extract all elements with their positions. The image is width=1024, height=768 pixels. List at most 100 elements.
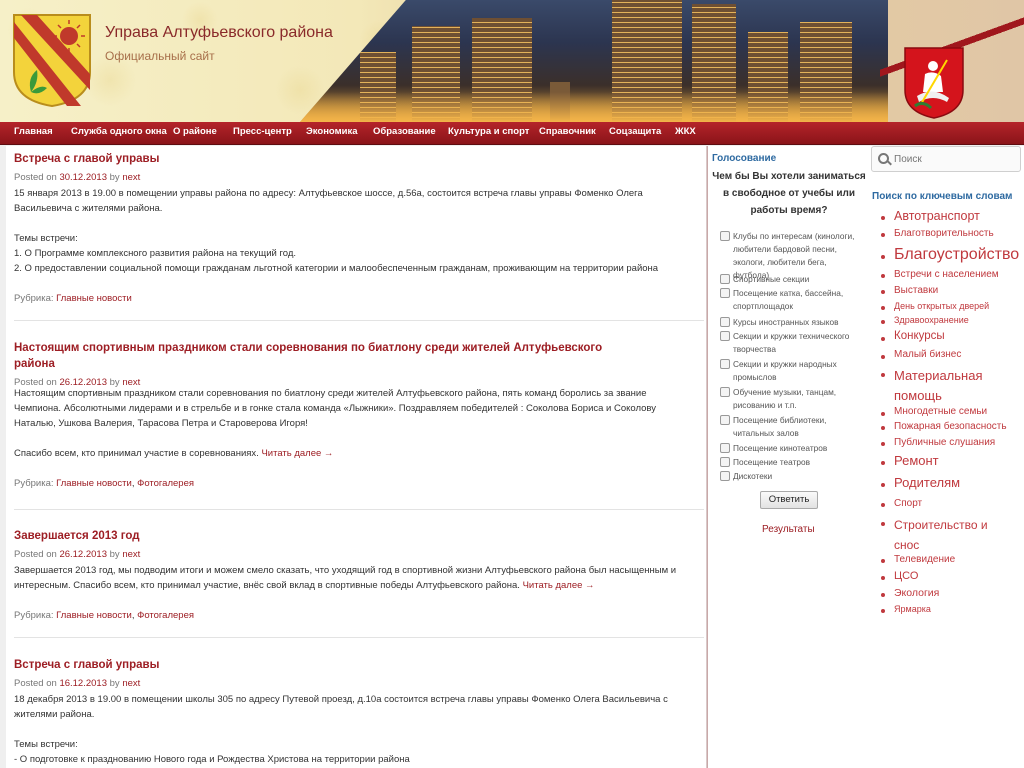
poll-results-link[interactable]: Результаты — [762, 524, 815, 535]
tag-link[interactable]: Благотворительность — [894, 229, 994, 239]
checkbox[interactable] — [720, 387, 730, 397]
poll-option[interactable]: Посещение библиотеки, читальных залов — [720, 414, 860, 440]
vote-button[interactable]: Ответить — [760, 491, 818, 509]
list-bullet — [881, 442, 885, 446]
poll-option[interactable]: Секции и кружки народных промыслов — [720, 358, 860, 384]
tag-link[interactable]: ЦСО — [894, 571, 918, 582]
post-text: Завершается 2013 год, мы подводим итоги … — [14, 565, 677, 591]
post-separator — [14, 509, 704, 510]
nav-culture-sport[interactable]: Культура и спорт — [448, 126, 529, 137]
rubric-link[interactable]: Фотогалерея — [137, 610, 194, 621]
nav-one-window-service[interactable]: Служба одного окна — [71, 126, 167, 137]
poll-option[interactable]: Дискотеки — [720, 470, 860, 483]
tag-link[interactable]: Малый бизнес — [894, 350, 961, 360]
nav-reference[interactable]: Справочник — [539, 126, 596, 137]
poll-option[interactable]: Посещение театров — [720, 456, 860, 469]
tag-link[interactable]: Здравоохранение — [894, 316, 969, 325]
post-date-link[interactable]: 16.12.2013 — [59, 678, 107, 689]
search-input[interactable] — [892, 151, 1016, 168]
checkbox[interactable] — [720, 317, 730, 327]
tag-link[interactable]: Ремонт — [894, 454, 939, 467]
post-rubrics: Рубрика: Главные новости, Фотогалерея — [14, 610, 194, 621]
post-title[interactable]: Встреча с главой управы — [14, 151, 692, 167]
list-bullet — [881, 233, 885, 237]
nav-economy[interactable]: Экономика — [306, 126, 358, 137]
poll-question: Чем бы Вы хотели заниматься в свободное … — [712, 171, 866, 216]
tag-link[interactable]: Телевидение — [894, 555, 955, 565]
tag-link[interactable]: Материальная помощь — [894, 366, 1019, 406]
post-title[interactable]: Настоящим спортивным праздником стали со… — [14, 340, 614, 372]
poll-option[interactable]: Курсы иностранных языков — [720, 316, 860, 329]
post-separator — [14, 320, 704, 321]
post-author-link[interactable]: next — [122, 172, 140, 183]
checkbox[interactable] — [720, 274, 730, 284]
nav-press-center[interactable]: Пресс-центр — [233, 126, 292, 137]
checkbox[interactable] — [720, 457, 730, 467]
post-author-link[interactable]: next — [122, 678, 140, 689]
post-meta: Posted on 16.12.2013 by next — [14, 678, 141, 689]
tag-link[interactable]: Строительство и снос — [894, 515, 1004, 555]
tag-link[interactable]: Конкурсы — [894, 330, 945, 343]
list-bullet — [881, 255, 885, 259]
checkbox[interactable] — [720, 288, 730, 298]
tag-link[interactable]: Благоустройство — [894, 247, 1019, 263]
checkbox[interactable] — [720, 471, 730, 481]
list-bullet — [881, 290, 885, 294]
nav-education[interactable]: Образование — [373, 126, 436, 137]
post-date-link[interactable]: 30.12.2013 — [59, 172, 107, 183]
post-text: Темы встречи: — [14, 739, 78, 750]
list-bullet — [881, 593, 885, 597]
poll-option[interactable]: Посещение катка, бассейна, спортплощадок — [720, 287, 860, 313]
tag-link[interactable]: Публичные слушания — [894, 438, 995, 448]
poll-widget: Голосование Чем бы Вы хотели заниматься … — [707, 146, 869, 768]
post-text: 2. О предоставлении социальной помощи гр… — [14, 263, 659, 274]
main-navigation: Главная Служба одного окна О районе Прес… — [0, 122, 1024, 145]
tag-link[interactable]: Выставки — [894, 286, 938, 296]
tag-link[interactable]: Ярмарка — [894, 605, 931, 614]
main-content: Встреча с главой управы Posted on 30.12.… — [6, 146, 707, 768]
post-title[interactable]: Встреча с главой управы — [14, 657, 692, 673]
tag-link[interactable]: Спорт — [894, 499, 922, 509]
district-coat-of-arms-icon[interactable] — [11, 12, 93, 108]
rubric-link[interactable]: Главные новости — [56, 478, 132, 489]
nav-home[interactable]: Главная — [14, 126, 53, 137]
checkbox[interactable] — [720, 415, 730, 425]
tag-link[interactable]: Встречи с населением — [894, 270, 999, 280]
tag-link[interactable]: Многодетные семьи — [894, 407, 987, 417]
list-bullet — [881, 483, 885, 487]
nav-about-district[interactable]: О районе — [173, 126, 217, 137]
tag-link[interactable]: Родителям — [894, 476, 960, 489]
list-bullet — [881, 412, 885, 416]
list-bullet — [881, 576, 885, 580]
tag-link[interactable]: Пожарная безопасность — [894, 422, 1007, 432]
post-title[interactable]: Завершается 2013 год — [14, 528, 692, 544]
checkbox[interactable] — [720, 331, 730, 341]
poll-option[interactable]: Спортивные секции — [720, 273, 860, 286]
post-date-link[interactable]: 26.12.2013 — [59, 549, 107, 560]
list-bullet — [881, 426, 885, 430]
post-article: Завершается 2013 год Posted on 26.12.201… — [14, 528, 692, 623]
checkbox[interactable] — [720, 443, 730, 453]
search-box[interactable] — [871, 146, 1021, 172]
site-title[interactable]: Управа Алтуфьевского района — [105, 24, 333, 42]
checkbox[interactable] — [720, 359, 730, 369]
poll-option[interactable]: Секции и кружки технического творчества — [720, 330, 860, 356]
rubric-link[interactable]: Главные новости — [56, 293, 132, 304]
tag-link[interactable]: День открытых дверей — [894, 302, 989, 311]
post-text: Спасибо всем, кто принимал участие в сор… — [14, 448, 334, 459]
post-author-link[interactable]: next — [122, 549, 140, 560]
nav-social-protection[interactable]: Соцзащита — [609, 126, 661, 137]
rubric-link[interactable]: Главные новости — [56, 610, 132, 621]
poll-option[interactable]: Обучение музыки, танцам, рисованию и т.п… — [720, 386, 860, 412]
tag-link[interactable]: Автотранспорт — [894, 210, 980, 223]
nav-housing[interactable]: ЖКХ — [675, 126, 696, 137]
read-more-link[interactable]: Читать далее → — [523, 580, 595, 591]
read-more-link[interactable]: Читать далее → — [261, 448, 333, 459]
poll-option[interactable]: Посещение кинотеатров — [720, 442, 860, 455]
search-icon — [878, 153, 889, 164]
post-text: Темы встречи: — [14, 233, 78, 244]
tag-link[interactable]: Экология — [894, 588, 939, 599]
rubric-link[interactable]: Фотогалерея — [137, 478, 194, 489]
checkbox[interactable] — [720, 231, 730, 241]
site-header: Управа Алтуфьевского района Официальный … — [0, 0, 1024, 122]
